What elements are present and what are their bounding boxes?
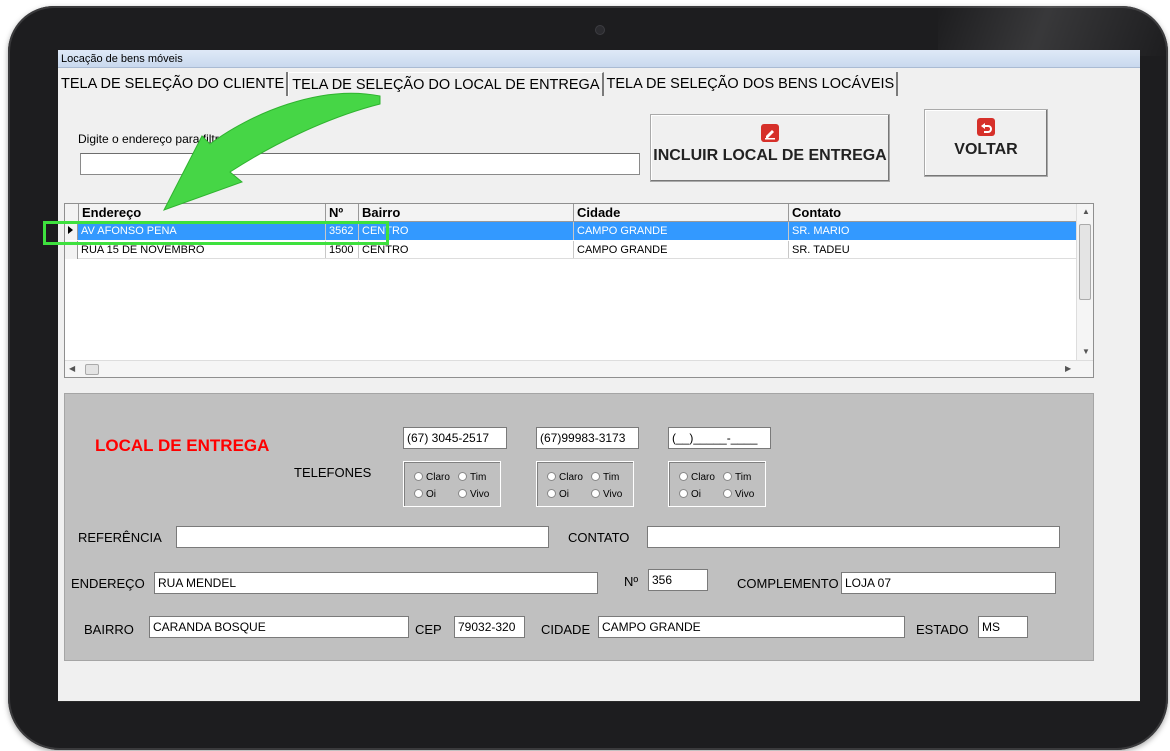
complemento-field[interactable]: LOJA 07 <box>841 572 1056 594</box>
horizontal-scroll-thumb[interactable] <box>85 364 99 375</box>
scroll-left-icon[interactable]: ◀ <box>69 364 75 373</box>
contato-label: CONTATO <box>568 530 630 545</box>
complemento-label: COMPLEMENTO <box>737 576 839 591</box>
radio-vivo[interactable]: Vivo <box>723 489 754 500</box>
radio-tim[interactable]: Tim <box>591 472 619 483</box>
scroll-right-icon[interactable]: ▶ <box>1065 364 1071 373</box>
referencia-field[interactable] <box>176 526 549 548</box>
highlight-box <box>43 221 389 245</box>
vertical-scroll-thumb[interactable] <box>1079 224 1091 300</box>
numero-label: Nº <box>624 574 639 589</box>
frame-shine <box>938 6 1168 56</box>
operadora-group-2: Claro Tim Oi Vivo <box>536 461 634 507</box>
endereco-field[interactable]: RUA MENDEL <box>154 572 598 594</box>
camera-icon <box>596 26 604 34</box>
telefone-2-field[interactable]: (67)99983-3173 <box>536 427 639 449</box>
radio-tim[interactable]: Tim <box>458 472 486 483</box>
incluir-local-label: INCLUIR LOCAL DE ENTREGA <box>653 147 887 164</box>
radio-claro[interactable]: Claro <box>679 472 715 483</box>
window-title: Locação de bens móveis <box>58 50 1140 68</box>
back-arrow-icon <box>977 118 995 136</box>
radio-oi[interactable]: Oi <box>414 489 436 500</box>
cep-field[interactable]: 79032-320 <box>454 616 525 638</box>
cell-contato: SR. TADEU <box>788 241 1076 258</box>
radio-oi[interactable]: Oi <box>547 489 569 500</box>
green-arrow-icon <box>162 92 381 211</box>
radio-tim[interactable]: Tim <box>723 472 751 483</box>
horizontal-scrollbar[interactable]: ◀ ▶ <box>65 360 1093 377</box>
contato-field[interactable] <box>647 526 1060 548</box>
voltar-button[interactable]: VOLTAR <box>924 109 1048 177</box>
estado-label: ESTADO <box>916 622 969 637</box>
col-contato[interactable]: Contato <box>788 204 1076 221</box>
radio-oi[interactable]: Oi <box>679 489 701 500</box>
cell-cidade: CAMPO GRANDE <box>573 222 788 240</box>
local-entrega-title: LOCAL DE ENTREGA <box>95 436 270 455</box>
local-entrega-panel: LOCAL DE ENTREGA (67) 3045-2517 (67)9998… <box>64 393 1094 661</box>
cell-bairro: CENTRO <box>358 222 573 240</box>
cell-contato: SR. MARIO <box>788 222 1076 240</box>
vertical-scrollbar[interactable]: ▲ ▼ <box>1076 204 1093 362</box>
col-bairro[interactable]: Bairro <box>358 204 573 221</box>
cell-bairro: CENTRO <box>358 241 573 258</box>
cidade-field[interactable]: CAMPO GRANDE <box>598 616 905 638</box>
screen-bottom-edge <box>58 701 1140 702</box>
bairro-field[interactable]: CARANDA BOSQUE <box>149 616 409 638</box>
radio-claro[interactable]: Claro <box>414 472 450 483</box>
endereco-label: ENDEREÇO <box>71 576 145 591</box>
cep-label: CEP <box>415 622 442 637</box>
radio-vivo[interactable]: Vivo <box>591 489 622 500</box>
scroll-down-icon[interactable]: ▼ <box>1082 347 1090 356</box>
edit-icon <box>761 124 779 142</box>
cell-cidade: CAMPO GRANDE <box>573 241 788 258</box>
telefone-3-field[interactable]: (__)_____-____ <box>668 427 771 449</box>
bairro-label: BAIRRO <box>84 622 134 637</box>
numero-field[interactable]: 356 <box>648 569 708 591</box>
voltar-label: VOLTAR <box>954 141 1018 158</box>
referencia-label: REFERÊNCIA <box>78 530 162 545</box>
telefones-label: TELEFONES <box>294 465 372 480</box>
operadora-group-3: Claro Tim Oi Vivo <box>668 461 766 507</box>
incluir-local-button[interactable]: INCLUIR LOCAL DE ENTREGA <box>650 114 890 182</box>
estado-field[interactable]: MS <box>978 616 1028 638</box>
col-cidade[interactable]: Cidade <box>573 204 788 221</box>
radio-vivo[interactable]: Vivo <box>458 489 489 500</box>
tab-bens-locaveis[interactable]: TELA DE SELEÇÃO DOS BENS LOCÁVEIS <box>604 72 899 96</box>
operadora-group-1: Claro Tim Oi Vivo <box>403 461 501 507</box>
scroll-up-icon[interactable]: ▲ <box>1082 207 1090 216</box>
cidade-label: CIDADE <box>541 622 591 637</box>
telefone-1-field[interactable]: (67) 3045-2517 <box>403 427 507 449</box>
radio-claro[interactable]: Claro <box>547 472 583 483</box>
